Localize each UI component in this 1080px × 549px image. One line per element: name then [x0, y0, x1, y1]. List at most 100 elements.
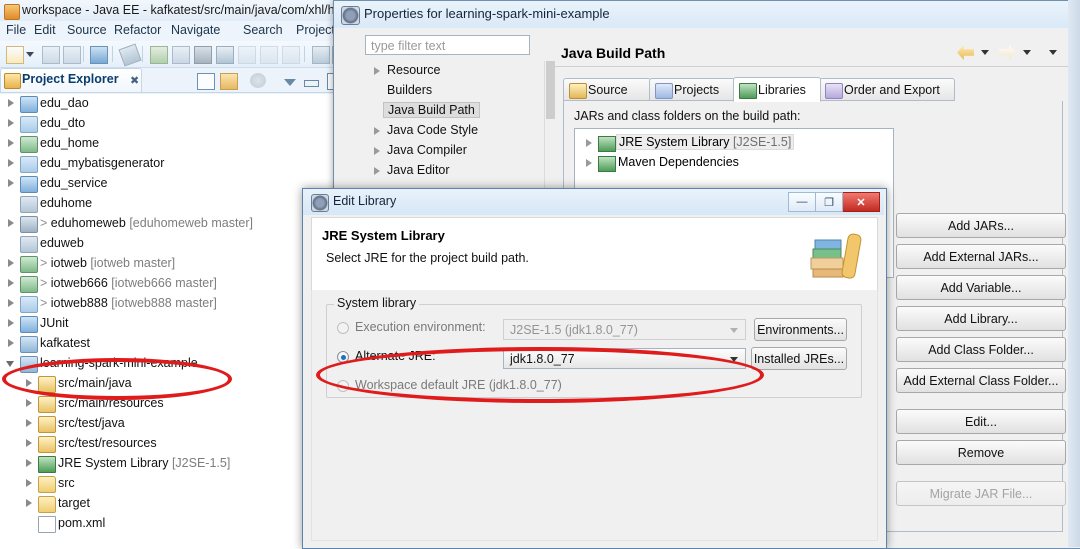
tab-projects[interactable]: Projects	[649, 78, 735, 101]
add-external-class-folder-button[interactable]: Add External Class Folder...	[896, 368, 1066, 393]
no-marker-icon[interactable]	[118, 43, 142, 67]
tree-twisty-icon[interactable]	[6, 99, 15, 108]
chevron-right-icon[interactable]	[586, 139, 592, 147]
new-dropdown-icon[interactable]	[26, 52, 34, 57]
tree-twisty-icon[interactable]	[6, 159, 15, 168]
tree-item-label: eduhome	[40, 196, 92, 210]
workspace-default-jre-row[interactable]: Workspace default JRE (jdk1.8.0_77)	[337, 376, 757, 398]
maximize-button[interactable]: ❐	[816, 192, 843, 212]
console-icon[interactable]	[90, 46, 108, 64]
menu-navigate[interactable]: Navigate	[171, 23, 220, 37]
explorer-icon	[4, 73, 21, 89]
tree-twisty-icon[interactable]	[6, 299, 15, 308]
debug1-icon[interactable]	[238, 46, 256, 64]
tree-item-name: kafkatest	[40, 336, 91, 350]
alternate-jre-row[interactable]: Alternate JRE: jdk1.8.0_77 Installed JRE…	[337, 347, 857, 370]
close-button[interactable]: ✕	[843, 192, 880, 212]
tree-twisty-icon[interactable]	[6, 119, 15, 128]
add-variable-button[interactable]: Add Variable...	[896, 275, 1066, 300]
tab-source[interactable]: Source	[563, 78, 651, 101]
add-external-jars-button[interactable]: Add External JARs...	[896, 244, 1066, 269]
tree-item-name: src	[58, 476, 75, 490]
link-icon[interactable]	[216, 46, 234, 64]
collapse-all-icon[interactable]	[197, 73, 215, 90]
tree-twisty-icon[interactable]	[24, 499, 33, 508]
edit-library-header-subtitle: Select JRE for the project build path.	[326, 251, 529, 265]
source-folder-icon	[38, 416, 56, 433]
tree-twisty-icon[interactable]	[24, 379, 33, 388]
execution-environment-row[interactable]: Execution environment: J2SE-1.5 (jdk1.8.…	[337, 318, 857, 341]
source-folder-icon	[38, 396, 56, 413]
alternate-jre-combo[interactable]: jdk1.8.0_77	[503, 348, 746, 369]
menu-file[interactable]: File	[6, 23, 26, 37]
tree-twisty-icon[interactable]	[6, 319, 15, 328]
tree-item-label: src/main/resources	[58, 396, 164, 410]
save-icon[interactable]	[42, 46, 60, 64]
tree-twisty-icon[interactable]	[6, 219, 15, 228]
library-icon	[598, 156, 616, 172]
focus-icon[interactable]	[250, 73, 266, 88]
tree-twisty-icon[interactable]	[24, 459, 33, 468]
minimize-button[interactable]: —	[788, 192, 816, 212]
page-menu-chevron-down-icon[interactable]	[1049, 50, 1057, 55]
run-icon[interactable]	[150, 46, 168, 64]
desktop-edge	[1068, 0, 1080, 547]
tab-order-and-export[interactable]: Order and Export	[819, 78, 955, 101]
tree-item-label: src/main/java	[58, 376, 132, 390]
chevron-right-icon	[374, 127, 380, 135]
tree-twisty-icon[interactable]	[24, 399, 33, 408]
add-class-folder-button[interactable]: Add Class Folder...	[896, 337, 1066, 362]
back-arrow-icon[interactable]	[957, 45, 974, 60]
add-library-button[interactable]: Add Library...	[896, 306, 1066, 331]
installed-jres-button[interactable]: Installed JREs...	[751, 347, 847, 370]
back-chevron-down-icon[interactable]	[981, 50, 989, 55]
tree-twisty-icon[interactable]	[6, 279, 15, 288]
filter-input[interactable]: type filter text	[365, 35, 530, 55]
tree-twisty-icon[interactable]	[6, 259, 15, 268]
library-icon	[739, 83, 757, 99]
tree-twisty-icon[interactable]	[24, 419, 33, 428]
chevron-right-icon[interactable]	[586, 159, 592, 167]
tree-twisty-icon[interactable]	[24, 479, 33, 488]
edit-button[interactable]: Edit...	[896, 409, 1066, 434]
tree-twisty-icon[interactable]	[6, 139, 15, 148]
chevron-down-icon[interactable]	[730, 357, 738, 362]
remove-button[interactable]: Remove	[896, 440, 1066, 465]
close-tab-icon[interactable]: ✖	[130, 74, 139, 87]
project-explorer-tree[interactable]: edu_dao edu_dto edu_home edu_mybatisgenerat…	[0, 94, 339, 547]
alternate-jre-radio[interactable]	[337, 351, 349, 363]
forward-chevron-down-icon[interactable]	[1023, 50, 1031, 55]
tab-libraries[interactable]: Libraries	[733, 77, 821, 102]
tree-twisty-icon[interactable]	[6, 359, 15, 368]
execution-environment-value: J2SE-1.5 (jdk1.8.0_77)	[510, 322, 638, 337]
view-menu-icon[interactable]	[284, 79, 296, 86]
tree-twisty-icon[interactable]	[6, 339, 15, 348]
chevron-right-icon	[374, 167, 380, 175]
menu-edit[interactable]: Edit	[34, 23, 56, 37]
sort-icon[interactable]	[312, 46, 330, 64]
tree-twisty-icon[interactable]	[6, 179, 15, 188]
execution-environment-radio[interactable]	[337, 322, 349, 334]
menu-source[interactable]: Source	[67, 23, 107, 37]
split-icon[interactable]	[172, 46, 190, 64]
menu-search[interactable]: Search	[243, 23, 283, 37]
debug2-icon[interactable]	[260, 46, 278, 64]
tree-item-label: edu_home	[40, 136, 99, 150]
forward-arrow-icon[interactable]	[999, 45, 1016, 60]
migrate-jar-file-button: Migrate JAR File...	[896, 481, 1066, 506]
add-jars-button[interactable]: Add JARs...	[896, 213, 1066, 238]
minimize-view-icon[interactable]	[304, 80, 319, 87]
new-icon[interactable]	[6, 46, 24, 64]
tree-item-name: learning-spark-mini-example	[40, 356, 198, 370]
terminate-icon[interactable]	[194, 46, 212, 64]
tree-item-name: src/main/resources	[58, 396, 164, 410]
save-all-icon[interactable]	[63, 46, 81, 64]
link-with-editor-icon[interactable]	[220, 73, 238, 90]
menu-project[interactable]: Project	[296, 23, 335, 37]
page-navigation	[957, 42, 1067, 64]
environments-button[interactable]: Environments...	[754, 318, 847, 341]
menu-refactor[interactable]: Refactor	[114, 23, 161, 37]
workspace-default-jre-radio[interactable]	[337, 380, 349, 392]
tree-twisty-icon[interactable]	[24, 439, 33, 448]
debug3-icon[interactable]	[282, 46, 300, 64]
